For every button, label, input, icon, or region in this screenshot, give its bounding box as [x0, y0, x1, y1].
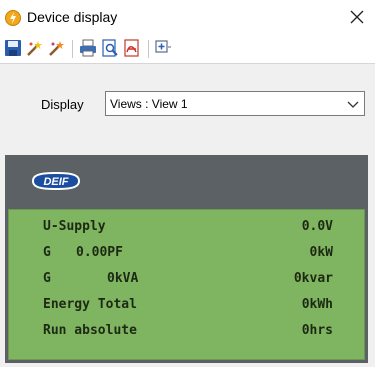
- wand-icon[interactable]: [26, 39, 44, 57]
- window-title: Device display: [27, 9, 118, 25]
- lcd-row-label: G: [43, 271, 51, 286]
- display-dropdown-value: Views : View 1: [110, 97, 188, 111]
- lcd-row-label: U-Supply: [43, 219, 106, 234]
- close-icon: [350, 10, 364, 24]
- wand-alt-icon[interactable]: [48, 39, 66, 57]
- device-panel: DEIF U-Supply 0.0V G 0.00PF 0kW G 0kVA 0…: [5, 155, 368, 363]
- title-bar: Device display: [0, 0, 375, 34]
- save-icon[interactable]: [4, 39, 22, 57]
- add-view-icon[interactable]: [154, 39, 172, 57]
- lcd-row-sublabel: 0.00PF: [76, 245, 123, 260]
- lcd-row: Run absolute 0hrs: [9, 319, 366, 345]
- chevron-down-icon: [347, 101, 359, 108]
- print-icon[interactable]: [79, 39, 97, 57]
- display-dropdown[interactable]: Views : View 1: [105, 91, 365, 116]
- lcd-row-label: G: [43, 245, 51, 260]
- lcd-row: U-Supply 0.0V: [9, 215, 366, 241]
- print-preview-icon[interactable]: [101, 39, 119, 57]
- deif-logo: DEIF: [32, 172, 80, 190]
- lcd-row-value: 0hrs: [301, 323, 333, 338]
- lcd-row: G 0kVA 0kvar: [9, 267, 366, 293]
- toolbar-separator: [72, 40, 73, 58]
- pdf-export-icon[interactable]: [123, 39, 141, 57]
- lcd-row-value: 0kW: [309, 245, 333, 260]
- deif-logo-text: DEIF: [43, 176, 68, 188]
- lcd-row-value: 0.0V: [301, 219, 333, 234]
- toolbar: [0, 34, 375, 64]
- close-button[interactable]: [339, 0, 375, 34]
- toolbar-separator: [148, 40, 149, 58]
- lightning-icon: [5, 10, 21, 26]
- display-label: Display: [41, 97, 84, 112]
- lcd-row: Energy Total 0kWh: [9, 293, 366, 319]
- display-selector-area: Display Views : View 1: [0, 65, 375, 145]
- lcd-row-sublabel: 0kVA: [107, 271, 139, 286]
- lcd-row-label: Energy Total: [43, 297, 137, 312]
- lcd-screen: U-Supply 0.0V G 0.00PF 0kW G 0kVA 0kvar …: [8, 209, 365, 360]
- device-display-window: Device display Display Views: View 1 DE…: [0, 0, 375, 367]
- lcd-row: G 0.00PF 0kW: [9, 241, 366, 267]
- lcd-row-value: 0kWh: [301, 297, 333, 312]
- lcd-row-value: 0kvar: [293, 271, 333, 286]
- lcd-row-label: Run absolute: [43, 323, 137, 338]
